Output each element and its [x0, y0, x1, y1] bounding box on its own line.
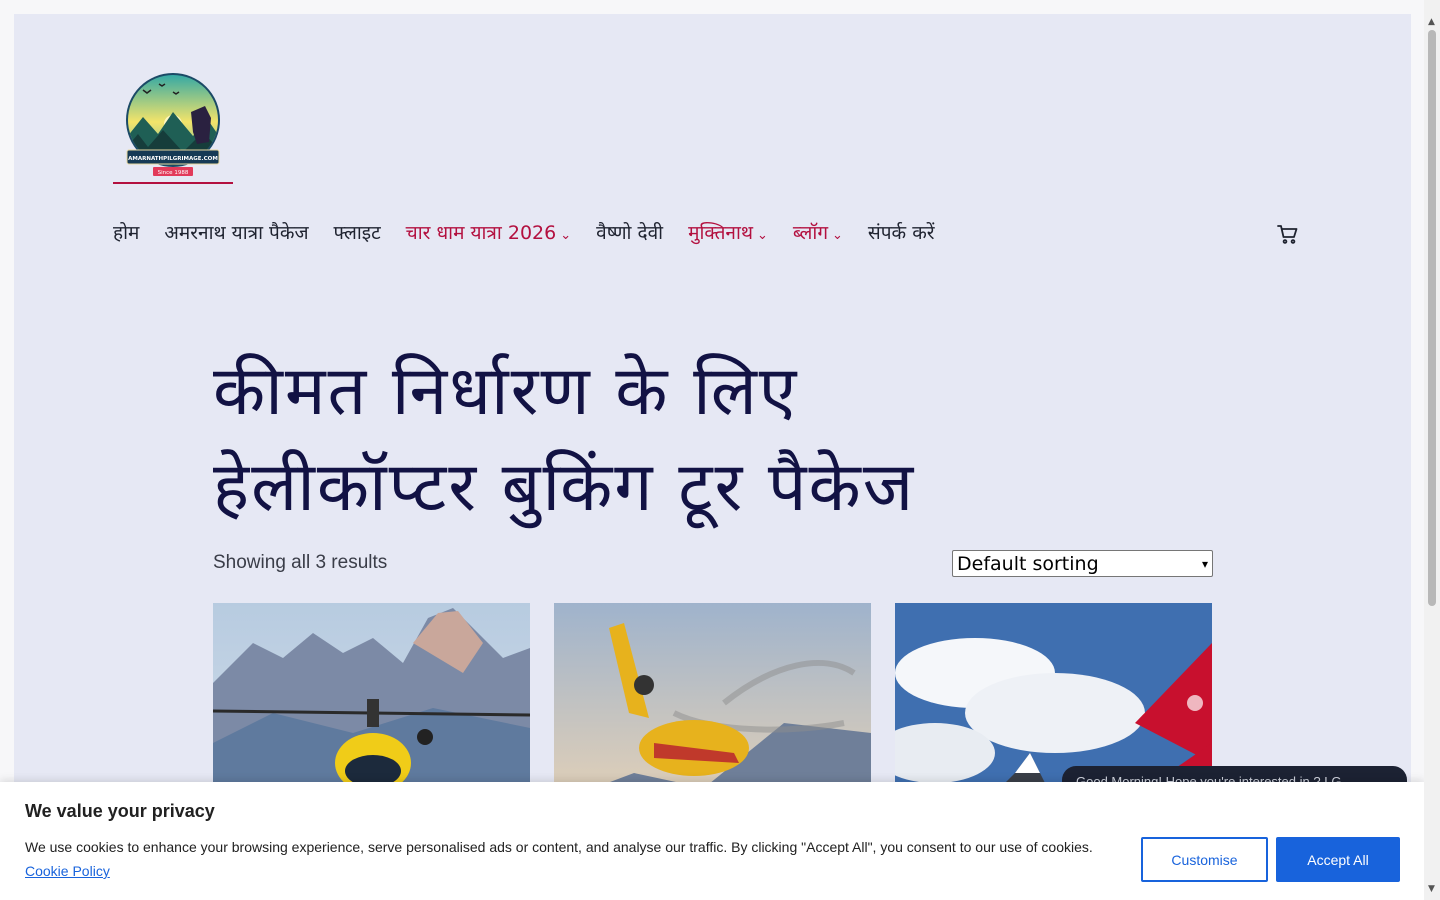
logo-text: AMARNATHPILGRIMAGE.COM	[128, 156, 218, 162]
nav-item-label: फ्लाइट	[333, 222, 381, 244]
customise-button[interactable]: Customise	[1141, 837, 1268, 882]
logo-underline	[113, 182, 233, 184]
chevron-down-icon: ⌄	[757, 227, 768, 243]
sort-selected-value: Default sorting	[957, 552, 1099, 575]
scroll-up-icon[interactable]: ▲	[1428, 17, 1435, 27]
page-title-line-2: हेलीकॉप्टर बुकिंग टूर पैकेज	[213, 448, 916, 527]
nav-item-blog[interactable]: ब्लॉग ⌄	[793, 219, 843, 245]
logo-emblem-icon: AMARNATHPILGRIMAGE.COM Since 1988	[126, 73, 220, 176]
chevron-down-icon: ⌄	[560, 227, 572, 243]
nav-item-char-dham[interactable]: चार धाम यात्रा 2026 ⌄	[406, 219, 571, 245]
nav-item-home[interactable]: होम	[113, 219, 139, 245]
cookie-description: We use cookies to enhance your browsing …	[25, 839, 1093, 855]
chevron-down-icon: ⌄	[832, 227, 843, 243]
cart-icon[interactable]	[1276, 222, 1300, 246]
nav-item-label: संपर्क करें	[867, 222, 935, 244]
cookie-policy-link[interactable]: Cookie Policy	[25, 863, 110, 879]
nav-item-label: ब्लॉग	[792, 222, 829, 244]
logo-since: Since 1988	[158, 170, 189, 176]
results-count: Showing all 3 results	[213, 552, 388, 573]
scroll-down-icon[interactable]: ▼	[1428, 884, 1435, 894]
nav-item-label: चार धाम यात्रा 2026	[405, 222, 557, 244]
site-logo[interactable]: AMARNATHPILGRIMAGE.COM Since 1988	[113, 72, 233, 184]
nav-item-label: मुक्तिनाथ	[688, 222, 754, 244]
cookie-text: We use cookies to enhance your browsing …	[25, 835, 1105, 883]
sort-select[interactable]: Default sorting ▾	[952, 550, 1213, 577]
accept-all-button[interactable]: Accept All	[1276, 837, 1400, 882]
nav-item-label: होम	[113, 222, 140, 244]
nav-item-muktinath[interactable]: मुक्तिनाथ ⌄	[688, 219, 768, 245]
page-title: कीमत निर्धारण के लिए हेलीकॉप्टर बुकिंग ट…	[213, 344, 1093, 536]
nav-item-flight[interactable]: फ्लाइट	[334, 219, 381, 245]
nav-item-label: अमरनाथ यात्रा पैकेज	[164, 222, 309, 244]
nav-item-contact[interactable]: संपर्क करें	[868, 219, 935, 245]
cookie-banner: We value your privacy We use cookies to …	[0, 782, 1424, 900]
nav-item-vaishno-devi[interactable]: वैष्णो देवी	[596, 219, 663, 245]
chevron-down-icon: ▾	[1201, 556, 1208, 571]
nav-item-label: वैष्णो देवी	[596, 222, 664, 244]
page-title-line-1: कीमत निर्धारण के लिए	[213, 352, 799, 431]
scrollbar-thumb[interactable]	[1428, 30, 1436, 606]
nav-item-amarnath[interactable]: अमरनाथ यात्रा पैकेज	[164, 219, 308, 245]
main-nav: होम अमरनाथ यात्रा पैकेज फ्लाइट चार धाम य…	[113, 218, 960, 246]
cookie-title: We value your privacy	[25, 801, 215, 821]
